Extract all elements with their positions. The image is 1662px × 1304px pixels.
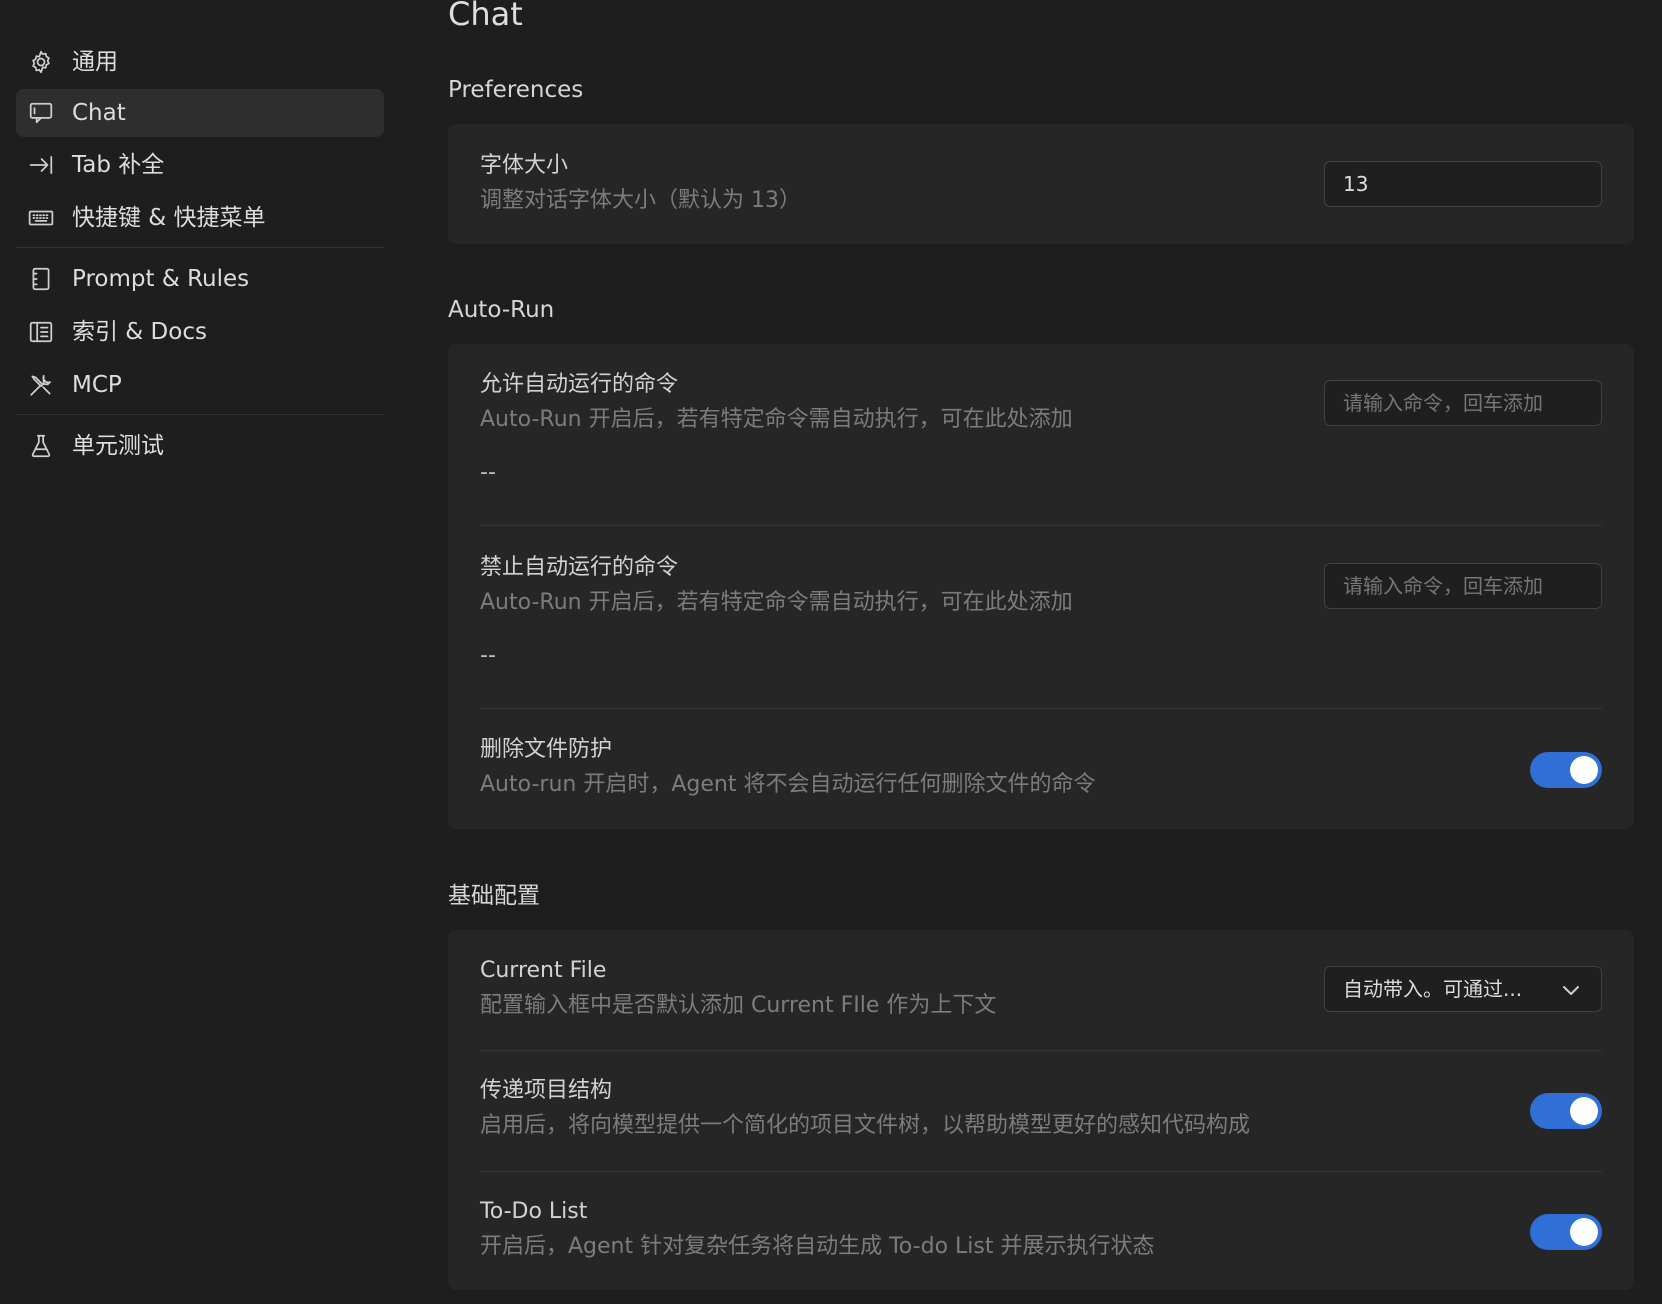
sidebar-item-label: MCP <box>72 372 122 398</box>
setting-desc: 启用后，将向模型提供一个简化的项目文件树，以帮助模型更好的感知代码构成 <box>480 1113 1251 1138</box>
row-divider <box>480 708 1602 709</box>
sidebar-item-shortcuts[interactable]: 快捷键 & 快捷菜单 <box>16 194 384 242</box>
gear-icon <box>28 49 54 75</box>
todo-list-toggle[interactable] <box>1530 1214 1602 1250</box>
row-divider <box>480 1050 1602 1051</box>
sidebar-item-label: Tab 补全 <box>72 152 165 178</box>
sidebar-item-unit-test[interactable]: 单元测试 <box>16 422 384 470</box>
deny-commands-empty: -- <box>480 643 496 668</box>
setting-title: 删除文件防护 <box>480 737 613 762</box>
sidebar-item-label: Chat <box>72 100 126 126</box>
flask-icon <box>28 433 54 459</box>
chevron-down-icon <box>1561 980 1581 1000</box>
setting-title: Current File <box>480 958 607 983</box>
font-size-input[interactable] <box>1324 161 1602 207</box>
setting-desc: 调整对话字体大小（默认为 13） <box>480 188 801 213</box>
project-structure-toggle[interactable] <box>1530 1093 1602 1129</box>
setting-desc: 开启后，Agent 针对复杂任务将自动生成 To-do List 并展示执行状态 <box>480 1234 1155 1259</box>
sidebar-item-label: 快捷键 & 快捷菜单 <box>72 205 266 231</box>
sidebar-divider <box>16 414 384 415</box>
settings-window: 通用 Chat Tab 补全 快捷键 & 快捷菜单 Prompt & Rules… <box>0 0 1662 1304</box>
sidebar-item-label: 索引 & Docs <box>72 319 207 345</box>
sidebar-item-general[interactable]: 通用 <box>16 38 384 86</box>
sidebar-item-label: 单元测试 <box>72 433 164 459</box>
docs-icon <box>28 319 54 345</box>
row-divider <box>480 525 1602 526</box>
setting-title: 传递项目结构 <box>480 1078 613 1103</box>
preferences-card: 字体大小 调整对话字体大小（默认为 13） <box>448 124 1634 244</box>
setting-desc: Auto-Run 开启后，若有特定命令需自动执行，可在此处添加 <box>480 590 1073 615</box>
allow-command-input[interactable] <box>1324 380 1602 426</box>
section-title-preferences: Preferences <box>448 77 584 103</box>
setting-title: 禁止自动运行的命令 <box>480 555 679 580</box>
delete-protection-toggle[interactable] <box>1530 752 1602 788</box>
sidebar-item-label: Prompt & Rules <box>72 266 250 292</box>
setting-desc: Auto-Run 开启后，若有特定命令需自动执行，可在此处添加 <box>480 407 1073 432</box>
setting-title: 允许自动运行的命令 <box>480 372 679 397</box>
page-title: Chat <box>448 0 523 33</box>
sidebar: 通用 Chat Tab 补全 快捷键 & 快捷菜单 Prompt & Rules… <box>0 0 400 1304</box>
sidebar-divider <box>16 247 384 248</box>
setting-desc: Auto-run 开启时，Agent 将不会自动运行任何删除文件的命令 <box>480 772 1096 797</box>
row-divider <box>480 1171 1602 1172</box>
basic-config-card: Current File 配置输入框中是否默认添加 Current FIle 作… <box>448 930 1634 1290</box>
tools-icon <box>28 372 54 398</box>
sidebar-item-mcp[interactable]: MCP <box>16 361 384 409</box>
tab-arrow-icon <box>28 152 54 178</box>
chat-icon <box>28 100 54 126</box>
sidebar-item-tab[interactable]: Tab 补全 <box>16 141 384 189</box>
settings-main: Chat Preferences 字体大小 调整对话字体大小（默认为 13） A… <box>448 0 1634 1304</box>
toggle-knob <box>1570 1218 1598 1246</box>
setting-title: To-Do List <box>480 1199 588 1224</box>
setting-desc: 配置输入框中是否默认添加 Current FIle 作为上下文 <box>480 993 997 1018</box>
setting-title: 字体大小 <box>480 153 569 178</box>
keyboard-icon <box>28 205 54 231</box>
sidebar-item-index-docs[interactable]: 索引 & Docs <box>16 308 384 356</box>
toggle-knob <box>1570 1097 1598 1125</box>
deny-command-input[interactable] <box>1324 563 1602 609</box>
current-file-select[interactable]: 自动带入。可通过... <box>1324 966 1602 1012</box>
notebook-icon <box>28 266 54 292</box>
sidebar-item-chat[interactable]: Chat <box>16 89 384 137</box>
section-title-autorun: Auto-Run <box>448 297 555 323</box>
sidebar-item-label: 通用 <box>72 49 118 75</box>
select-value: 自动带入。可通过... <box>1343 977 1523 1001</box>
autorun-card: 允许自动运行的命令 Auto-Run 开启后，若有特定命令需自动执行，可在此处添… <box>448 344 1634 829</box>
toggle-knob <box>1570 756 1598 784</box>
section-title-basic: 基础配置 <box>448 883 540 909</box>
allow-commands-empty: -- <box>480 460 496 485</box>
sidebar-item-prompt-rules[interactable]: Prompt & Rules <box>16 255 384 303</box>
